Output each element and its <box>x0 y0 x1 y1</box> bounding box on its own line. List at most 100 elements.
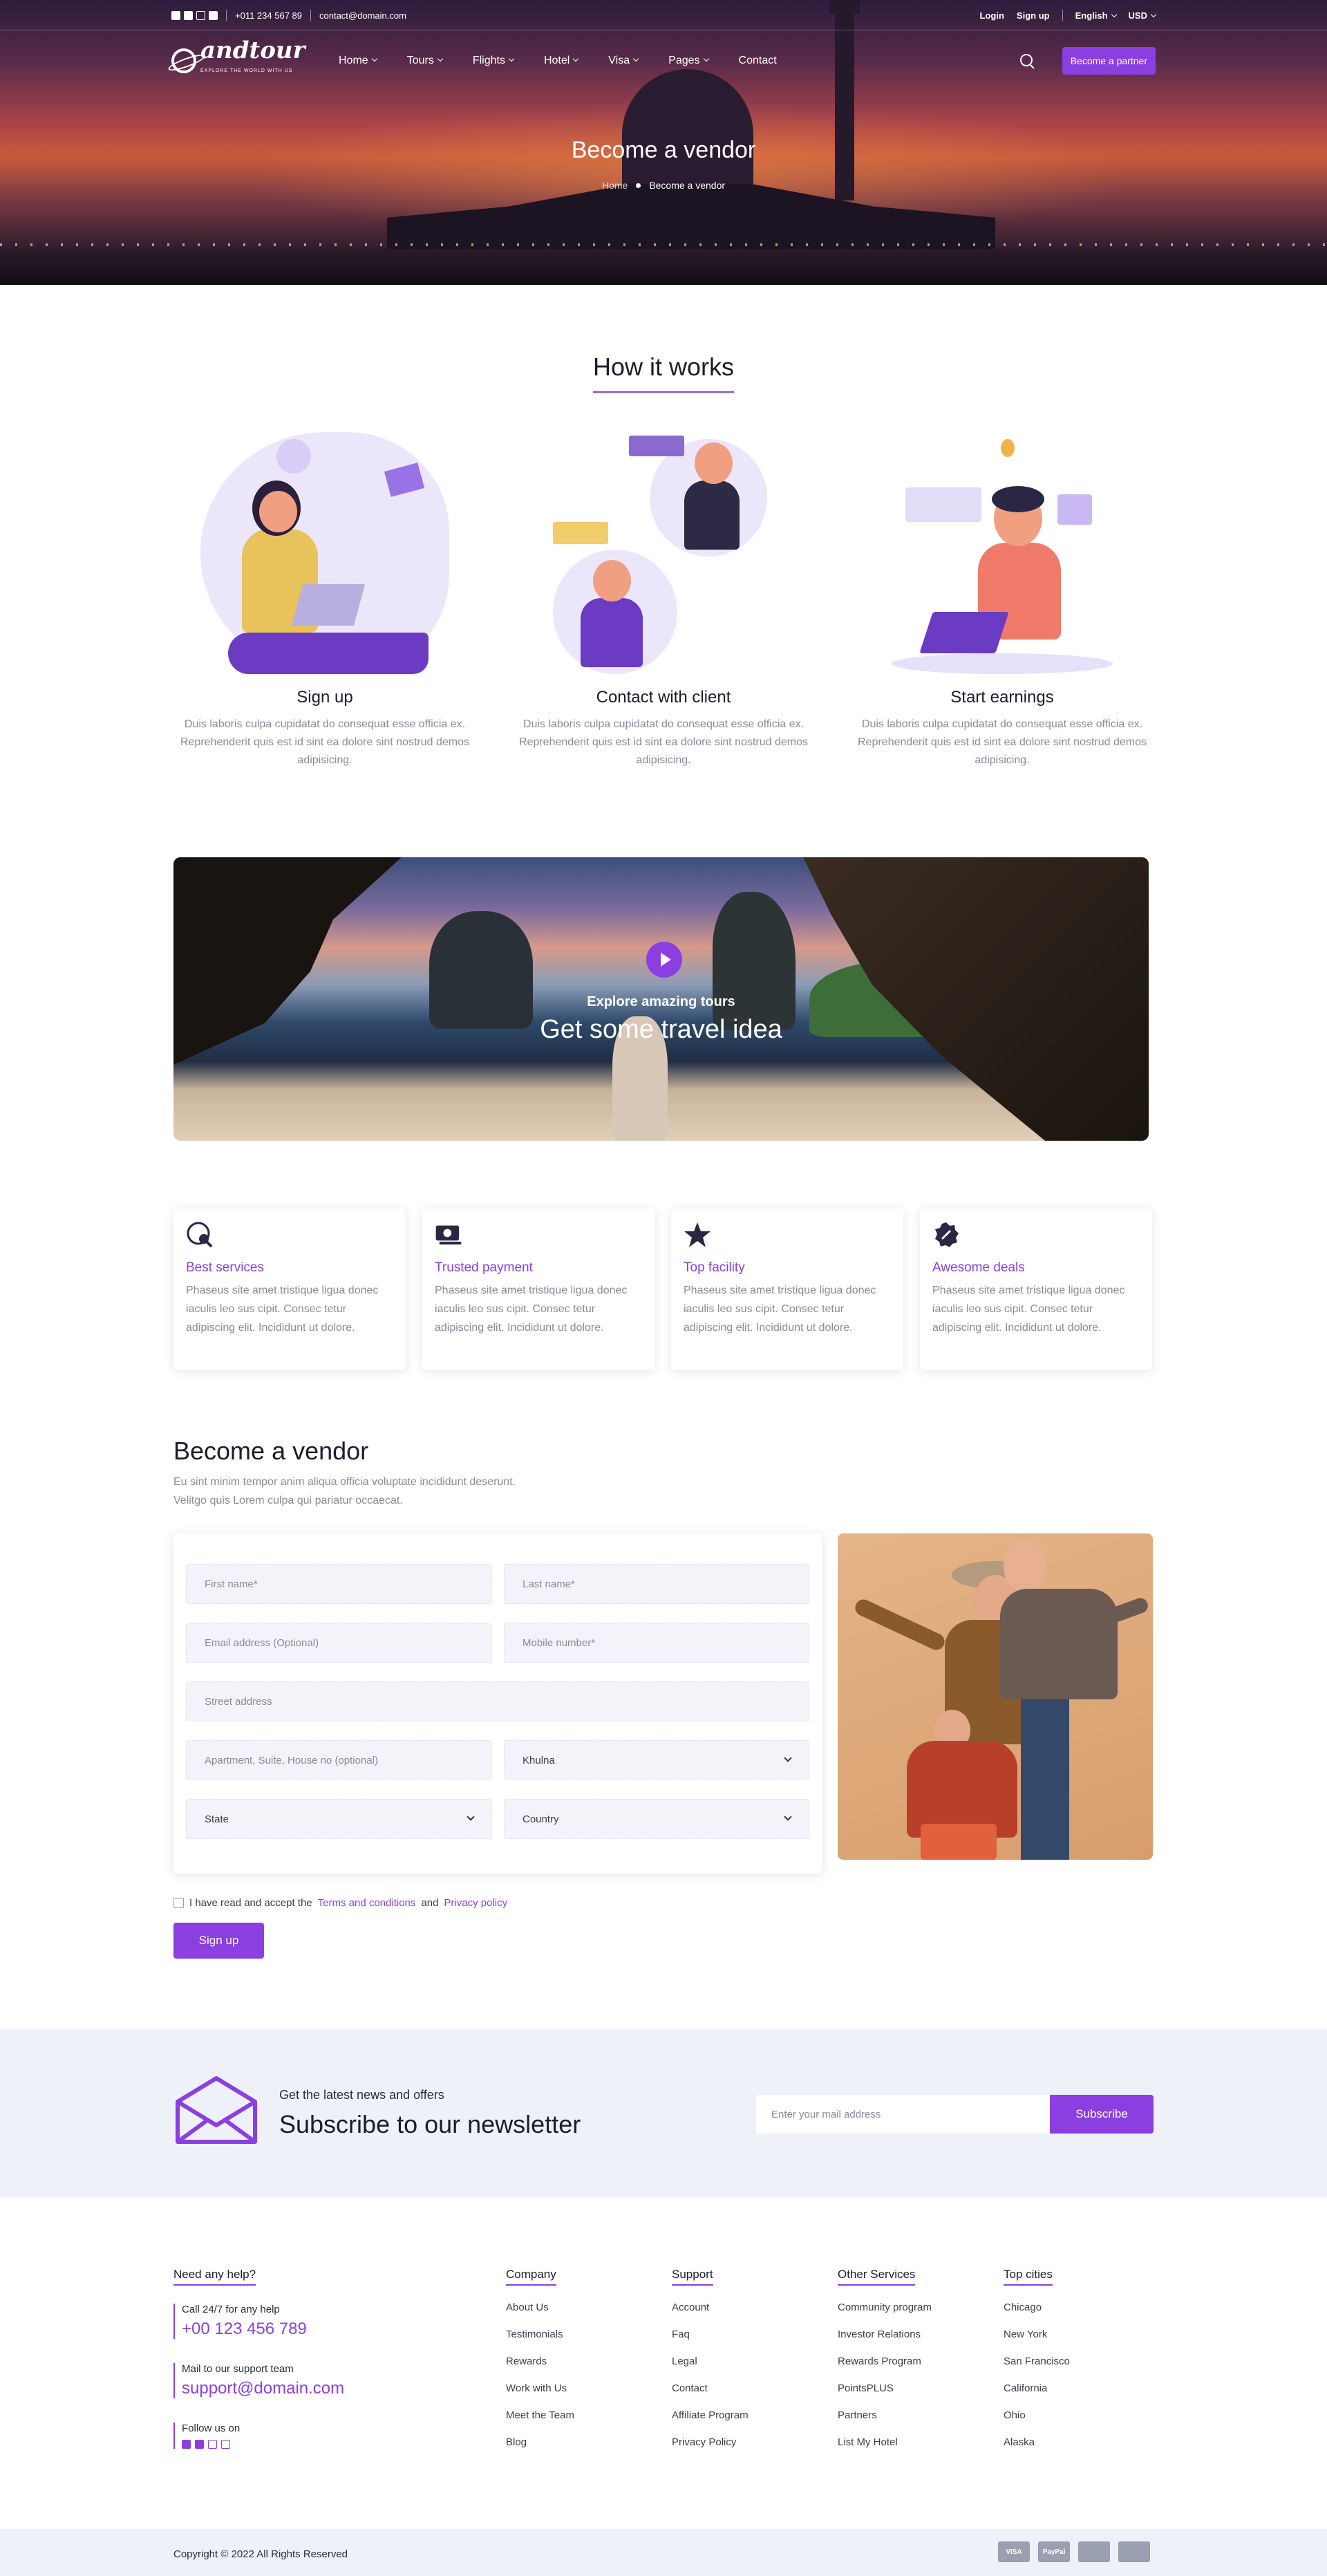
man-jeans <box>1021 1699 1069 1860</box>
footer-link[interactable]: San Francisco <box>1004 2348 1070 2375</box>
payment-methods: VISA PayPal <box>998 2541 1150 2562</box>
apartment-field[interactable]: Apartment, Suite, House no (optional) <box>186 1740 492 1780</box>
footer-link[interactable]: Account <box>672 2294 749 2321</box>
state-select[interactable]: State <box>186 1799 492 1839</box>
city-select[interactable]: Khulna <box>504 1740 809 1780</box>
facebook-icon[interactable] <box>182 2440 191 2449</box>
top-bar: +011 234 567 89 contact@domain.com Login… <box>0 0 1327 30</box>
card-icon <box>1078 2541 1110 2562</box>
instagram-icon[interactable] <box>196 10 205 20</box>
vendor-section-subtitle: Eu sint minim tempor anim aliqua officia… <box>173 1473 657 1510</box>
linkedin-icon[interactable] <box>221 2440 230 2449</box>
terms-agreement: I have read and accept the Terms and con… <box>173 1897 507 1909</box>
footer-link[interactable]: Faq <box>672 2321 749 2348</box>
subscribe-button[interactable]: Subscribe <box>1050 2095 1154 2134</box>
footer-link[interactable]: PointsPLUS <box>838 2375 932 2402</box>
newsletter-title: Subscribe to our newsletter <box>279 2110 581 2138</box>
footer-link[interactable]: Work with Us <box>506 2375 574 2402</box>
language-dropdown[interactable]: English <box>1075 10 1116 21</box>
help-mail-link[interactable]: support@domain.com <box>182 2379 344 2398</box>
vendor-subtitle-line: Velitgo quis Lorem culpa qui pariatur oc… <box>173 1495 403 1506</box>
twitter-icon[interactable] <box>195 2440 204 2449</box>
paypal-icon: PayPal <box>1038 2541 1070 2562</box>
nav-item-visa[interactable]: Visa <box>608 55 638 67</box>
footer-link[interactable]: Testimonials <box>506 2321 574 2348</box>
help-mail-block: Mail to our support team support@domain.… <box>173 2363 344 2398</box>
footer-link[interactable]: Community program <box>838 2294 932 2321</box>
girl-jacket <box>907 1741 1017 1838</box>
topbar-phone[interactable]: +011 234 567 89 <box>235 10 302 21</box>
agree-and: and <box>421 1897 439 1909</box>
footer-link[interactable]: Alaska <box>1004 2429 1070 2456</box>
footer-cities-title: Top cities <box>1004 2268 1053 2286</box>
footer-link[interactable]: California <box>1004 2375 1070 2402</box>
nav-item-home[interactable]: Home <box>339 55 377 67</box>
twitter-icon[interactable] <box>184 10 193 20</box>
envelope-icon <box>176 2076 257 2144</box>
mastercard-icon <box>1118 2541 1150 2562</box>
footer-cities-links: Chicago New York San Francisco Californi… <box>1004 2294 1070 2456</box>
become-partner-button[interactable]: Become a partner <box>1062 47 1156 75</box>
step-title: Sign up <box>297 688 353 707</box>
follow-label: Follow us on <box>182 2423 241 2434</box>
feature-card: Trusted payment Phaseus site amet tristi… <box>422 1208 655 1370</box>
topbar-email[interactable]: contact@domain.com <box>319 10 406 21</box>
footer-link[interactable]: List My Hotel <box>838 2429 932 2456</box>
footer-link[interactable]: Privacy Policy <box>672 2429 749 2456</box>
footer-link[interactable]: About Us <box>506 2294 574 2321</box>
play-video-button[interactable] <box>646 942 682 978</box>
main-navbar: andtour EXPLORE THE WORLD WITH US Home T… <box>171 39 1156 82</box>
features-row: Best services Phaseus site amet tristiqu… <box>173 1208 1155 1370</box>
newsletter-email-input[interactable]: Enter your mail address <box>756 2095 1050 2134</box>
footer-support-title: Support <box>672 2268 713 2286</box>
facebook-icon[interactable] <box>171 10 180 20</box>
mobile-field[interactable]: Mobile number* <box>504 1623 809 1663</box>
footer-link[interactable]: Legal <box>672 2348 749 2375</box>
footer-link[interactable]: Rewards <box>506 2348 574 2375</box>
footer-link[interactable]: Blog <box>506 2429 574 2456</box>
last-name-field[interactable]: Last name* <box>504 1564 809 1604</box>
feature-card: Awesome deals Phaseus site amet tristiqu… <box>920 1208 1152 1370</box>
linkedin-icon[interactable] <box>209 10 218 20</box>
rock-island <box>429 911 533 1029</box>
step-title: Start earnings <box>950 688 1054 707</box>
footer-link[interactable]: Contact <box>672 2375 749 2402</box>
woman-arm <box>852 1596 948 1653</box>
nav-item-hotel[interactable]: Hotel <box>544 55 578 67</box>
currency-dropdown[interactable]: USD <box>1129 10 1156 21</box>
privacy-link[interactable]: Privacy policy <box>444 1897 507 1909</box>
breadcrumb-home[interactable]: Home <box>602 180 628 191</box>
contact-client-illustration <box>511 425 816 688</box>
search-icon[interactable] <box>1019 53 1035 68</box>
site-logo[interactable]: andtour EXPLORE THE WORLD WITH US <box>171 39 310 82</box>
nav-item-pages[interactable]: Pages <box>668 55 708 67</box>
signup-link[interactable]: Sign up <box>1017 10 1050 21</box>
nav-item-contact[interactable]: Contact <box>739 55 777 67</box>
footer-link[interactable]: Meet the Team <box>506 2402 574 2429</box>
nav-item-flights[interactable]: Flights <box>473 55 514 67</box>
footer-link[interactable]: Ohio <box>1004 2402 1070 2429</box>
vendor-form: First name* Last name* Email address (Op… <box>173 1533 822 1874</box>
footer-link[interactable]: Rewards Program <box>838 2348 932 2375</box>
terms-link[interactable]: Terms and conditions <box>318 1897 416 1909</box>
country-select[interactable]: Country <box>504 1799 809 1839</box>
footer-link[interactable]: Affiliate Program <box>672 2402 749 2429</box>
login-link[interactable]: Login <box>980 10 1004 21</box>
footer-services-title: Other Services <box>838 2268 916 2286</box>
feature-description: Phaseus site amet tristique ligua donec … <box>435 1285 628 1334</box>
email-field[interactable]: Email address (Optional) <box>186 1623 492 1663</box>
footer-link[interactable]: Investor Relations <box>838 2321 932 2348</box>
footer-link[interactable]: Chicago <box>1004 2294 1070 2321</box>
logo-text: andtour EXPLORE THE WORLD WITH US <box>200 39 305 82</box>
help-phone-link[interactable]: +00 123 456 789 <box>182 2320 307 2339</box>
vendor-signup-button[interactable]: Sign up <box>173 1923 264 1959</box>
brand-tagline: EXPLORE THE WORLD WITH US <box>200 68 293 73</box>
first-name-field[interactable]: First name* <box>186 1564 492 1604</box>
footer-link[interactable]: New York <box>1004 2321 1070 2348</box>
video-banner: Explore amazing tours Get some travel id… <box>173 857 1149 1141</box>
terms-checkbox[interactable] <box>173 1898 184 1908</box>
street-address-field[interactable]: Street address <box>186 1681 809 1721</box>
instagram-icon[interactable] <box>208 2440 217 2449</box>
footer-link[interactable]: Partners <box>838 2402 932 2429</box>
nav-item-tours[interactable]: Tours <box>407 55 442 67</box>
